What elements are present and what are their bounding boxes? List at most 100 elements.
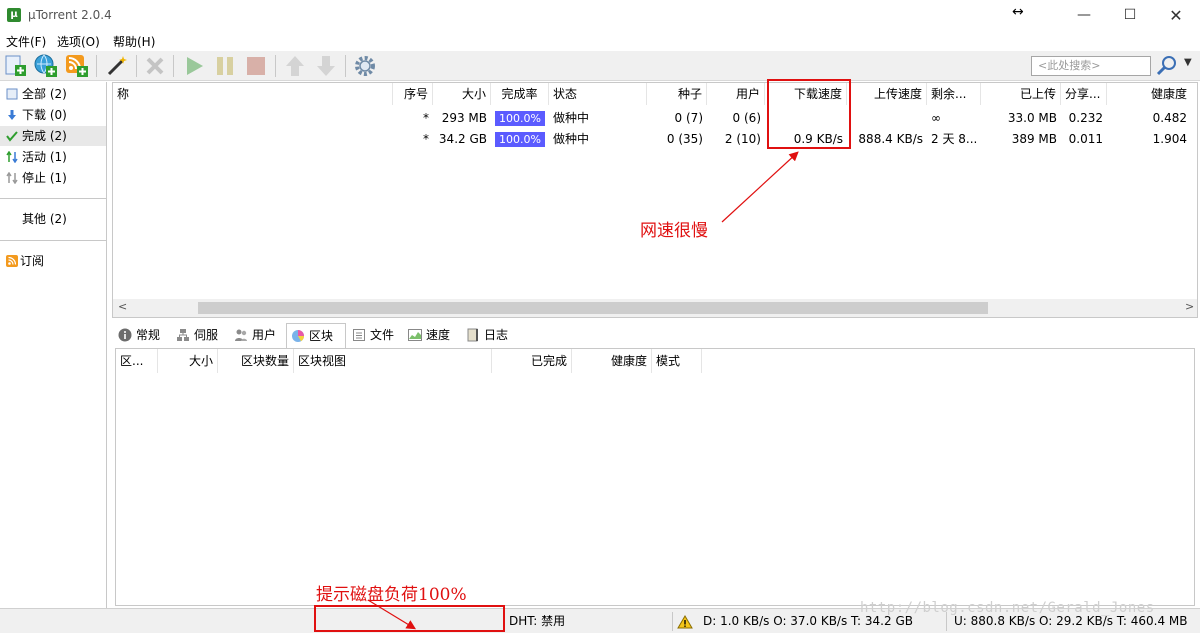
column-header-uploaded[interactable]: 已上传	[981, 83, 1061, 105]
annotation-highlight-box	[314, 605, 505, 632]
menu-options[interactable]: 选项(O)	[57, 33, 100, 50]
warning-icon[interactable]	[677, 615, 693, 629]
close-button[interactable]: ✕	[1153, 0, 1199, 31]
row1-status: 做种中	[553, 111, 590, 125]
category-sidebar: 全部 (2) 下载 (0) 完成 (2) 活动 (1) 停止 (1) 其他 (2…	[0, 82, 107, 608]
column-header-size[interactable]: 大小	[433, 83, 491, 105]
horizontal-scrollbar[interactable]: < >	[113, 299, 1197, 317]
column-header-health[interactable]: 健康度	[1107, 83, 1191, 105]
sidebar-item-active[interactable]: 活动 (1)	[0, 147, 106, 167]
create-torrent-icon[interactable]	[104, 53, 130, 79]
menu-bar: 文件(F) 选项(O) 帮助(H)	[0, 31, 1200, 51]
sidebar-item-downloading[interactable]: 下载 (0)	[0, 105, 106, 125]
sidebar-item-label: 订阅	[20, 254, 45, 268]
tab-label: 伺服	[194, 328, 219, 342]
tab-files[interactable]: 文件	[348, 323, 404, 348]
log-icon	[467, 328, 478, 342]
tab-trackers[interactable]: 伺服	[172, 323, 230, 348]
column-header-ratio[interactable]: 分享...	[1061, 83, 1107, 105]
tab-pieces[interactable]: 区块	[286, 323, 346, 349]
minimize-button[interactable]: —	[1061, 0, 1107, 31]
sidebar-item-label: 活动 (1)	[22, 150, 67, 164]
tab-log[interactable]: 日志	[462, 323, 520, 348]
scroll-right-icon[interactable]: >	[1185, 300, 1194, 313]
pause-icon[interactable]	[212, 53, 238, 79]
tab-peers[interactable]: 用户	[230, 323, 286, 348]
pieces-column-view[interactable]: 区块视图	[294, 349, 492, 373]
row1-queue: *	[423, 111, 429, 125]
active-icon	[6, 151, 18, 163]
utorrent-logo-icon: µ	[7, 8, 21, 22]
row1-health: 0.482	[1152, 111, 1187, 125]
resize-cursor-icon: ↔	[1012, 4, 1024, 20]
column-header-seeds[interactable]: 种子	[647, 83, 707, 105]
row1-up-speed	[847, 108, 927, 128]
row1-eta: ∞	[931, 111, 941, 125]
pieces-column-count[interactable]: 区块数量	[218, 349, 294, 373]
peers-icon	[235, 329, 247, 341]
all-icon	[6, 88, 18, 100]
stop-icon[interactable]	[243, 53, 269, 79]
watermark: http://blog.csdn.net/Gerald_Jones	[860, 600, 1155, 616]
sidebar-item-completed[interactable]: 完成 (2)	[0, 126, 106, 146]
move-up-icon[interactable]	[282, 53, 308, 79]
info-icon	[118, 328, 132, 342]
move-down-icon[interactable]	[313, 53, 339, 79]
pieces-column-size[interactable]: 大小	[158, 349, 218, 373]
row1-peers: 0 (6)	[732, 111, 761, 125]
remove-icon[interactable]	[142, 53, 168, 79]
pieces-column-completed[interactable]: 已完成	[492, 349, 572, 373]
pieces-column-index[interactable]: 区...	[116, 349, 158, 373]
row2-health: 1.904	[1152, 132, 1187, 146]
search-dropdown-arrow-icon[interactable]: ▼	[1184, 57, 1192, 68]
menu-file[interactable]: 文件(F)	[6, 33, 46, 50]
pieces-column-mode[interactable]: 模式	[652, 349, 702, 373]
add-torrent-icon[interactable]	[3, 53, 29, 79]
sidebar-item-label: 停止 (1)	[22, 171, 67, 185]
maximize-button[interactable]: ☐	[1107, 0, 1153, 31]
toolbar-separator	[275, 55, 276, 77]
toolbar-separator	[173, 55, 174, 77]
tab-label: 文件	[370, 328, 395, 342]
dht-status: DHT: 禁用	[509, 614, 566, 628]
row2-progress-bar: 100.0%	[495, 132, 545, 147]
sidebar-item-all[interactable]: 全部 (2)	[0, 84, 106, 104]
title-bar: µ µTorrent 2.0.4 ↔ — ☐ ✕	[0, 0, 1200, 31]
toolbar-separator	[345, 55, 346, 77]
row1-seeds: 0 (7)	[674, 111, 703, 125]
menu-help[interactable]: 帮助(H)	[113, 33, 155, 50]
tab-label: 常规	[136, 328, 161, 342]
pieces-panel: 区... 大小 区块数量 区块视图 已完成 健康度 模式	[115, 348, 1195, 606]
row2-up-speed: 888.4 KB/s	[858, 132, 923, 146]
search-input[interactable]: <此处搜索>	[1031, 56, 1151, 76]
tab-speed[interactable]: 速度	[404, 323, 462, 348]
column-header-done[interactable]: 完成率	[491, 83, 549, 105]
tab-general[interactable]: 常规	[114, 323, 172, 348]
annotation-highlight-box	[767, 79, 851, 149]
sidebar-item-other[interactable]: 其他 (2)	[0, 209, 106, 229]
start-icon[interactable]	[181, 53, 207, 79]
row2-seeds: 0 (35)	[666, 132, 703, 146]
pieces-icon	[292, 330, 304, 342]
add-rss-icon[interactable]	[64, 53, 90, 79]
add-url-icon[interactable]	[33, 53, 59, 79]
scroll-left-icon[interactable]: <	[118, 300, 127, 313]
column-header-status[interactable]: 状态	[549, 83, 647, 105]
detail-tabs: 常规 伺服 用户 区块 文件 速度 日志	[112, 323, 1198, 349]
scrollbar-thumb[interactable]	[198, 302, 988, 314]
search-icon[interactable]	[1155, 54, 1179, 78]
sidebar-item-stopped[interactable]: 停止 (1)	[0, 168, 106, 188]
pieces-column-health[interactable]: 健康度	[572, 349, 652, 373]
toolbar-separator	[96, 55, 97, 77]
sidebar-item-feeds[interactable]: 订阅	[0, 251, 106, 271]
status-divider	[672, 612, 673, 631]
column-header-name[interactable]: 称	[113, 83, 393, 105]
row2-eta: 2 天 8...	[931, 132, 978, 146]
column-header-peers[interactable]: 用户	[707, 83, 765, 105]
row1-uploaded: 33.0 MB	[1007, 111, 1057, 125]
toolbar: <此处搜索> ▼	[0, 51, 1200, 81]
column-header-queue[interactable]: 序号	[393, 83, 433, 105]
column-header-up-speed[interactable]: 上传速度	[847, 83, 927, 105]
settings-icon[interactable]	[352, 53, 378, 79]
column-header-eta[interactable]: 剩余...	[927, 83, 981, 105]
